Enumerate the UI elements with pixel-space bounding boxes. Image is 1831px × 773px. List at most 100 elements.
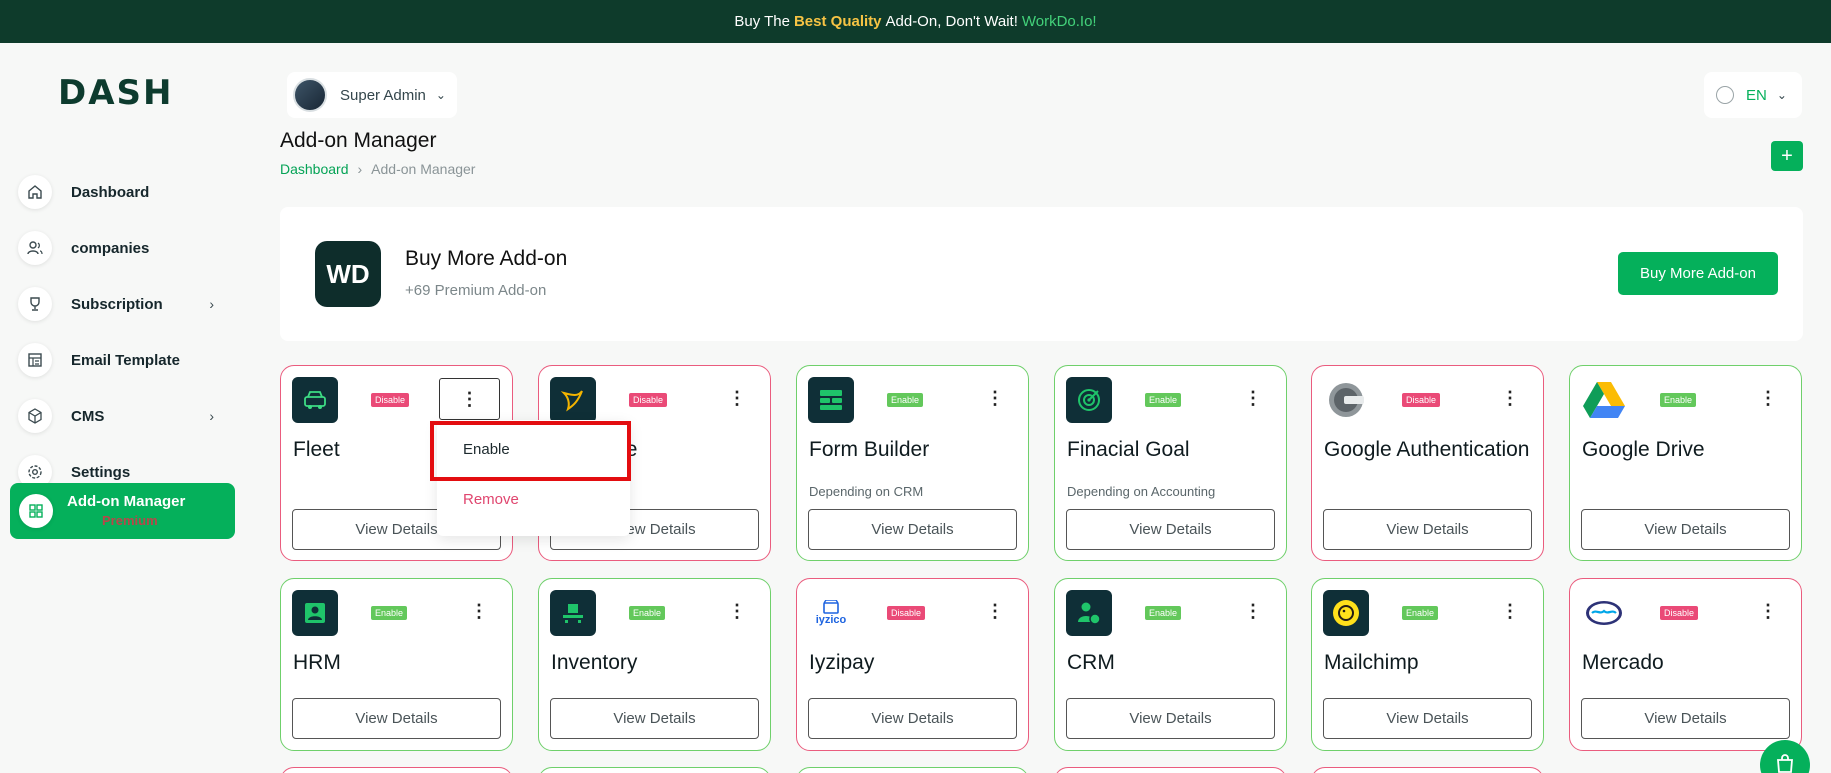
sidebar-item-label: Add-on Manager <box>67 493 186 510</box>
breadcrumb-home-link[interactable]: Dashboard <box>280 161 349 177</box>
addon-card-inventory: Enable ⋮ Inventory View Details <box>538 578 771 751</box>
card-menu-button[interactable]: ⋮ <box>985 378 1005 418</box>
sidebar-item-label: Dashboard <box>71 183 150 201</box>
chevron-down-icon: ⌄ <box>435 88 446 102</box>
status-badge: Disable <box>371 393 410 407</box>
card-menu-button[interactable]: ⋮ <box>1500 591 1520 631</box>
addon-card-financial-goal: Enable ⋮ Finacial Goal Depending on Acco… <box>1054 365 1287 561</box>
google-authenticator-icon <box>1323 377 1369 423</box>
sidebar-item-email-template[interactable]: Email Template <box>18 337 236 383</box>
users-icon <box>18 231 52 265</box>
kebab-icon: ⋮ <box>1244 600 1262 621</box>
grid-icon <box>19 494 53 528</box>
addon-card-hrm: Enable ⋮ HRM View Details <box>280 578 513 751</box>
status-badge: Disable <box>629 393 668 407</box>
view-details-button[interactable]: View Details <box>1066 698 1275 739</box>
breadcrumb-separator-icon: › <box>357 161 363 177</box>
shopping-bag-icon <box>1775 754 1795 773</box>
status-badge: Enable <box>1660 393 1697 407</box>
view-details-button[interactable]: View Details <box>1323 698 1532 739</box>
cube-icon <box>18 399 52 433</box>
promo-title: Buy More Add-on <box>405 247 568 270</box>
fleet-icon <box>292 377 338 423</box>
crm-icon <box>1066 590 1112 636</box>
addon-card-crm: Enable ⋮ CRM View Details <box>1054 578 1287 751</box>
plus-icon: + <box>1781 144 1793 167</box>
chevron-right-icon: › <box>209 296 214 312</box>
dash-logo[interactable]: DASH <box>58 73 173 113</box>
kebab-icon: ⋮ <box>1759 600 1777 621</box>
view-details-button[interactable]: View Details <box>1323 509 1532 550</box>
kebab-icon: ⋮ <box>986 600 1004 621</box>
avatar <box>293 78 327 112</box>
buy-more-banner: WD Buy More Add-on +69 Premium Add-on Bu… <box>280 207 1803 341</box>
mercado-pago-icon <box>1581 590 1627 636</box>
kebab-icon: ⋮ <box>1501 600 1519 621</box>
addon-card-mercado: Disable ⋮ Mercado View Details <box>1569 578 1802 751</box>
kebab-icon: ⋮ <box>986 387 1004 408</box>
sidebar-item-subscription[interactable]: Subscription › <box>18 281 236 327</box>
card-menu-button[interactable]: ⋮ <box>1758 591 1778 631</box>
buy-more-addon-button[interactable]: Buy More Add-on <box>1618 252 1778 295</box>
addon-card-partial <box>1054 767 1287 773</box>
kebab-icon: ⋮ <box>1759 387 1777 408</box>
view-details-button[interactable]: View Details <box>1581 509 1790 550</box>
card-menu-button[interactable]: ⋮ <box>1243 591 1263 631</box>
kebab-icon: ⋮ <box>728 387 746 408</box>
user-menu-button[interactable]: Super Admin ⌄ <box>287 72 457 118</box>
announcement-highlight: Best Quality <box>793 13 882 30</box>
sidebar-item-cms[interactable]: CMS › <box>18 393 236 439</box>
card-menu-button[interactable]: ⋮ <box>1758 378 1778 418</box>
remove-menu-item[interactable]: Remove <box>463 491 519 508</box>
add-addon-button[interactable]: + <box>1771 141 1803 171</box>
language-select[interactable]: EN ⌄ <box>1704 72 1802 118</box>
chevron-down-icon: ⌄ <box>1776 88 1787 102</box>
status-badge: Enable <box>371 606 408 620</box>
breadcrumb: Dashboard › Add-on Manager <box>280 161 475 177</box>
target-icon <box>1066 377 1112 423</box>
status-badge: Disable <box>1660 606 1699 620</box>
announcement-link[interactable]: WorkDo.Io! <box>1022 13 1097 30</box>
view-details-button[interactable]: View Details <box>292 698 501 739</box>
breadcrumb-current: Add-on Manager <box>371 161 476 177</box>
view-details-button[interactable]: View Details <box>808 509 1017 550</box>
view-details-button[interactable]: View Details <box>1581 698 1790 739</box>
kebab-icon: ⋮ <box>1501 387 1519 408</box>
sidebar: DASH Dashboard companies Subscription › … <box>0 43 250 773</box>
addon-card-form-builder: Enable ⋮ Form Builder Depending on CRM V… <box>796 365 1029 561</box>
sidebar-item-dashboard[interactable]: Dashboard <box>18 169 236 215</box>
card-menu-button[interactable]: ⋮ <box>1243 378 1263 418</box>
announcement-bar: Buy The Best Quality Add-On, Don't Wait!… <box>0 0 1831 43</box>
sidebar-item-label: companies <box>71 239 150 257</box>
mailchimp-icon <box>1323 590 1369 636</box>
card-menu-button[interactable]: ⋮ <box>727 591 747 631</box>
view-details-button[interactable]: View Details <box>1066 509 1275 550</box>
card-menu-button[interactable]: ⋮ <box>1500 378 1520 418</box>
addon-name: Google Drive <box>1582 438 1705 461</box>
card-menu-button[interactable]: ⋮ <box>469 591 489 631</box>
status-badge: Disable <box>887 606 926 620</box>
card-menu-button[interactable]: ⋮ <box>439 378 500 420</box>
kebab-icon: ⋮ <box>460 388 479 409</box>
paystave-icon <box>550 377 596 423</box>
announcement-prefix: Buy The <box>734 13 790 30</box>
view-details-button[interactable]: View Details <box>550 698 759 739</box>
premium-tag: Premium <box>102 513 158 528</box>
card-menu-button[interactable]: ⋮ <box>985 591 1005 631</box>
addon-name: HRM <box>293 651 341 674</box>
status-badge: Disable <box>1402 393 1441 407</box>
sidebar-item-addon-manager[interactable]: Add-on Manager Premium <box>10 483 235 539</box>
kebab-icon: ⋮ <box>470 600 488 621</box>
dependency-text: Depending on CRM <box>809 484 924 499</box>
chevron-right-icon: › <box>209 408 214 424</box>
addon-name: Finacial Goal <box>1067 438 1190 461</box>
iyzico-logo: iyzico <box>808 590 854 636</box>
addon-card-partial <box>280 767 513 773</box>
page-title: Add-on Manager <box>280 129 437 152</box>
kebab-icon: ⋮ <box>1244 387 1262 408</box>
addon-name: Iyzipay <box>809 651 875 674</box>
view-details-button[interactable]: View Details <box>808 698 1017 739</box>
sidebar-item-companies[interactable]: companies <box>18 225 236 271</box>
card-menu-button[interactable]: ⋮ <box>727 378 747 418</box>
sidebar-item-label: Settings <box>71 463 131 481</box>
